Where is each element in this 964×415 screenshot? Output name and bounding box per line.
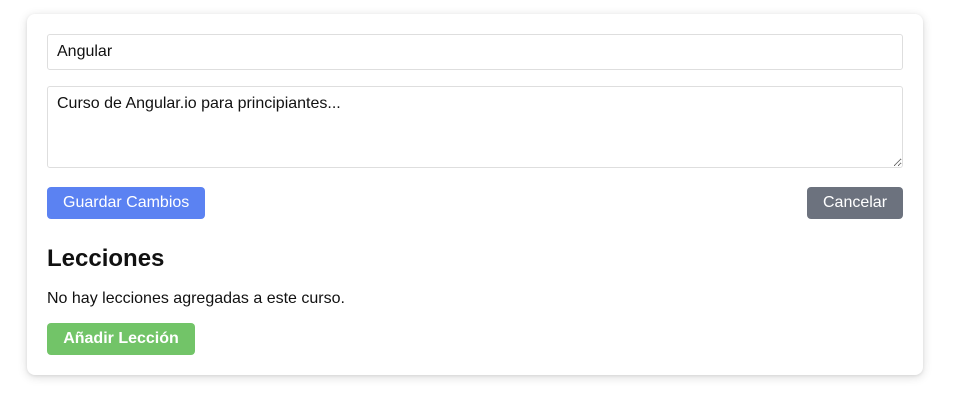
save-changes-button[interactable]: Guardar Cambios xyxy=(47,187,205,219)
add-lesson-button[interactable]: Añadir Lección xyxy=(47,323,195,355)
course-edit-card: Curso de Angular.io para principiantes..… xyxy=(27,14,923,375)
course-description-textarea[interactable]: Curso de Angular.io para principiantes..… xyxy=(47,86,903,168)
course-title-input[interactable] xyxy=(47,34,903,70)
cancel-button[interactable]: Cancelar xyxy=(807,187,903,219)
no-lessons-message: No hay lecciones agregadas a este curso. xyxy=(47,290,345,307)
lessons-heading: Lecciones xyxy=(47,245,165,272)
